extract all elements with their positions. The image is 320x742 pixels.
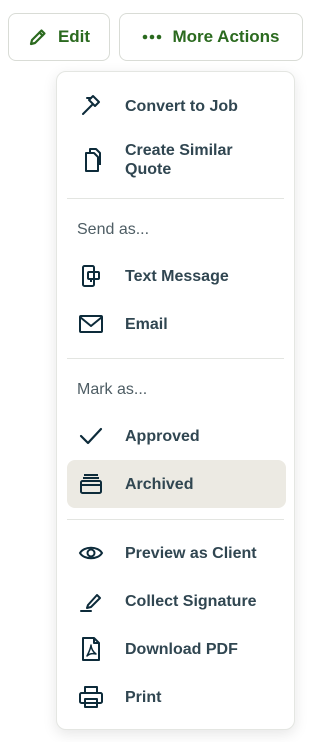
hammer-icon: [77, 92, 105, 120]
copy-icon: [77, 146, 105, 174]
menu-item-approved[interactable]: Approved: [67, 412, 286, 460]
menu-item-print[interactable]: Print: [67, 673, 286, 721]
pen-signature-icon: [77, 587, 105, 615]
eye-icon: [77, 539, 105, 567]
more-actions-label: More Actions: [172, 27, 280, 46]
menu-item-email[interactable]: Email: [67, 300, 286, 348]
envelope-icon: [77, 310, 105, 338]
menu-item-label: Approved: [125, 427, 200, 445]
menu-item-label: Text Message: [125, 267, 229, 285]
menu-item-label: Preview as Client: [125, 544, 257, 562]
menu-item-convert-to-job[interactable]: Convert to Job: [67, 82, 286, 130]
menu-item-label: Collect Signature: [125, 592, 257, 610]
more-actions-menu: Convert to Job Create Similar Quote Send…: [56, 71, 295, 730]
checkmark-icon: [77, 422, 105, 450]
menu-item-label: Create Similar Quote: [125, 142, 233, 178]
more-actions-button[interactable]: More Actions: [119, 13, 303, 61]
menu-item-preview-as-client[interactable]: Preview as Client: [67, 529, 286, 577]
menu-divider: [67, 198, 284, 199]
menu-item-text-message[interactable]: Text Message: [67, 252, 286, 300]
menu-item-collect-signature[interactable]: Collect Signature: [67, 577, 286, 625]
menu-item-download-pdf[interactable]: Download PDF: [67, 625, 286, 673]
menu-divider: [67, 519, 284, 520]
mark-as-header: Mark as...: [77, 381, 148, 398]
menu-item-label: Print: [125, 688, 162, 706]
archive-icon: [77, 470, 105, 498]
menu-divider: [67, 358, 284, 359]
menu-item-create-similar-quote[interactable]: Create Similar Quote: [67, 135, 286, 185]
menu-item-label: Archived: [125, 475, 194, 493]
menu-item-label: Download PDF: [125, 640, 238, 658]
printer-icon: [77, 683, 105, 711]
edit-button[interactable]: Edit: [8, 13, 110, 61]
phone-message-icon: [77, 262, 105, 290]
menu-item-archived[interactable]: Archived: [67, 460, 286, 508]
edit-button-label: Edit: [57, 27, 91, 46]
ellipsis-icon: [142, 34, 162, 40]
pencil-icon: [28, 27, 48, 47]
pdf-file-icon: [77, 635, 105, 663]
toolbar: Edit More Actions: [8, 13, 320, 61]
send-as-header: Send as...: [77, 221, 150, 238]
menu-item-label: Convert to Job: [125, 97, 238, 115]
menu-item-label: Email: [125, 315, 168, 333]
